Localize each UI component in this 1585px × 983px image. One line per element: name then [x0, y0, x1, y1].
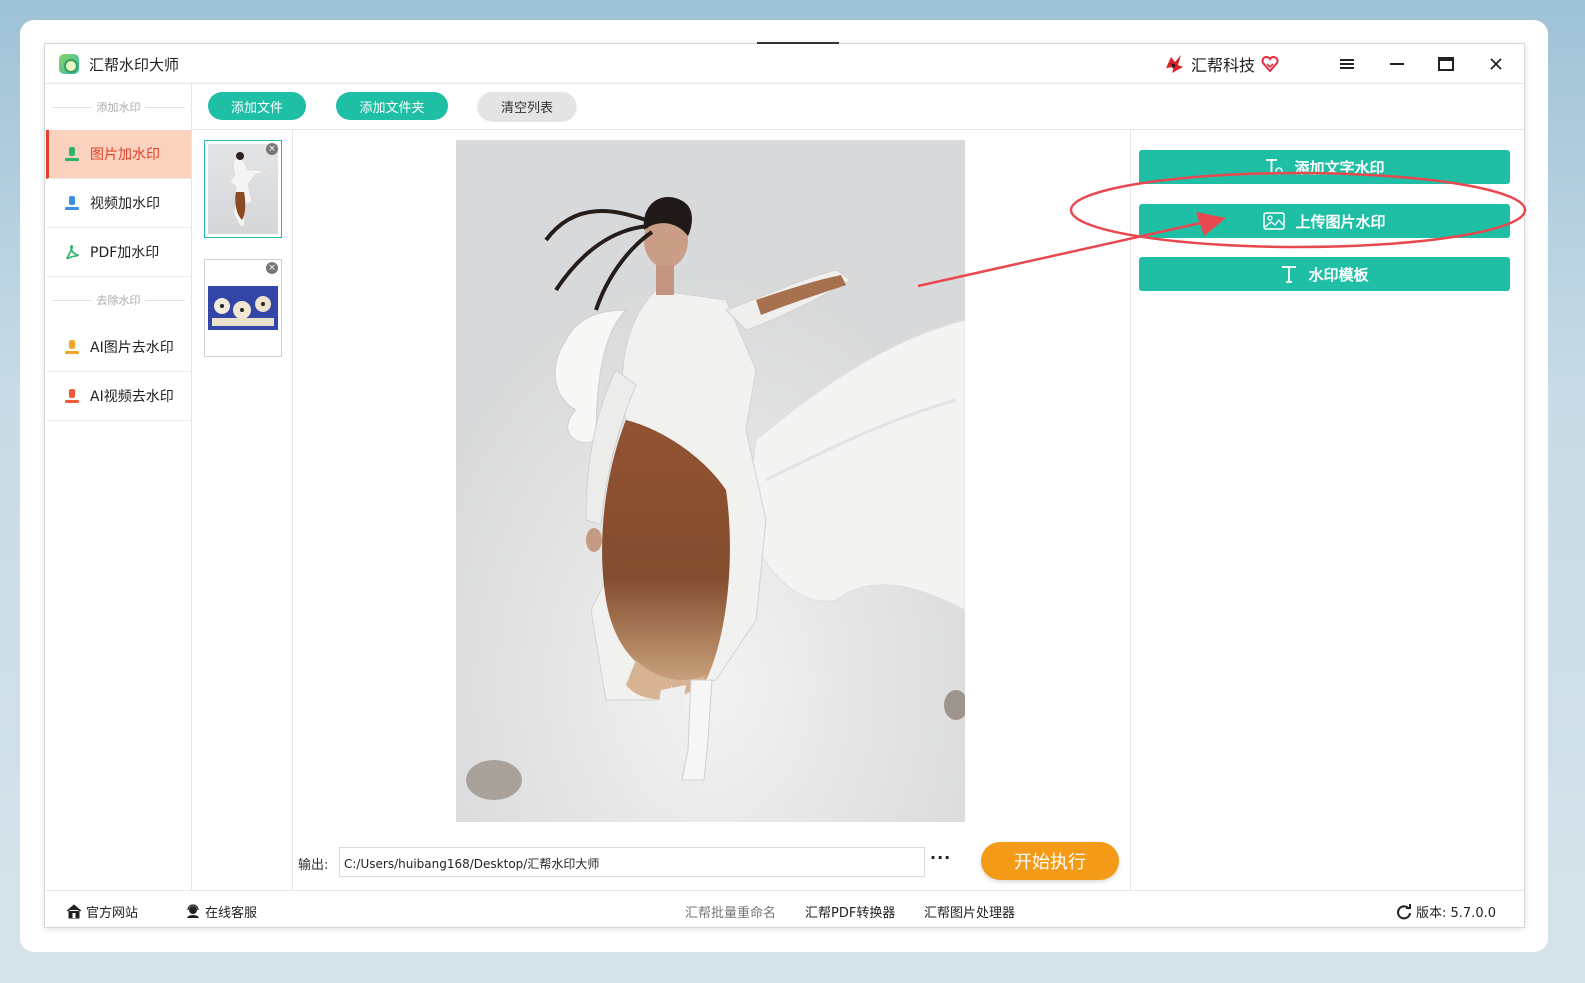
add-folder-button[interactable]: 添加文件夹 [336, 92, 448, 120]
nav-item-video-watermark[interactable]: 视频加水印 [46, 179, 191, 228]
thumbnail-list: × × [193, 130, 293, 890]
image-processor-link[interactable]: 汇帮图片处理器 [924, 902, 1015, 921]
add-text-watermark-button[interactable]: 添加文字水印 [1139, 150, 1510, 184]
remove-thumbnail-button[interactable]: × [266, 262, 278, 274]
upload-image-watermark-button[interactable]: 上传图片水印 [1139, 204, 1510, 238]
start-button[interactable]: 开始执行 [981, 842, 1119, 880]
pdf-icon [66, 245, 79, 260]
watermark-template-label: 水印模板 [1308, 265, 1369, 284]
nav-item-pdf-watermark[interactable]: PDF加水印 [46, 228, 191, 277]
version-label: 版本: 5.7.0.0 [1416, 906, 1496, 921]
clear-list-button[interactable]: 清空列表 [478, 92, 576, 120]
upload-image-watermark-label: 上传图片水印 [1295, 212, 1386, 231]
heart-icon [1261, 56, 1279, 72]
fashion-photo-thumbnail [208, 144, 278, 234]
browse-more-button[interactable]: ··· [930, 848, 951, 867]
cartoon-thumbnail [208, 286, 278, 330]
version-info[interactable]: 版本: 5.7.0.0 [1396, 902, 1496, 921]
close-icon [1490, 58, 1502, 70]
pdf-converter-link[interactable]: 汇帮PDF转换器 [805, 902, 895, 921]
online-service-label: 在线客服 [205, 906, 258, 921]
text-icon [1282, 266, 1297, 283]
batch-rename-link[interactable]: 汇帮批量重命名 [685, 902, 776, 921]
refresh-icon [1397, 903, 1411, 919]
preview-image [456, 140, 965, 822]
official-site-link[interactable]: 官方网站 [66, 902, 138, 921]
nav-item-label: PDF加水印 [90, 245, 160, 261]
app-title: 汇帮水印大师 [89, 56, 180, 74]
nav-item-label: 视频加水印 [90, 196, 160, 212]
maximize-button[interactable] [1431, 50, 1461, 78]
status-bar: 官方网站 在线客服 汇帮批量重命名 汇帮PDF转换器 汇帮图片处理器 版本: 5… [46, 890, 1525, 928]
app-window: 汇帮水印大师 汇帮科技 添加水印 图片加水印 视频加水印 PDF加水印 去除水印… [44, 43, 1525, 928]
app-logo-icon [59, 54, 79, 74]
hamburger-icon [1340, 59, 1354, 69]
nav-item-ai-image-remove[interactable]: AI图片去水印 [46, 323, 191, 372]
nav-item-ai-video-remove[interactable]: AI视频去水印 [46, 372, 191, 421]
ai-video-icon [64, 388, 80, 404]
thumbnail-item[interactable]: × [204, 259, 282, 357]
brand-logo-icon [1166, 55, 1183, 73]
watermark-template-button[interactable]: 水印模板 [1139, 257, 1510, 291]
ai-image-icon [64, 339, 80, 355]
remove-thumbnail-button[interactable]: × [266, 143, 278, 155]
output-path-field[interactable]: C:/Users/huibang168/Desktop/汇帮水印大师 [339, 847, 925, 877]
headset-icon [187, 904, 199, 918]
left-nav: 添加水印 图片加水印 视频加水印 PDF加水印 去除水印 AI图片去水印 AI视… [46, 84, 192, 890]
maximize-icon [1438, 57, 1454, 71]
image-icon [1263, 212, 1286, 230]
add-text-watermark-label: 添加文字水印 [1294, 158, 1385, 177]
minimize-button[interactable] [1382, 50, 1412, 78]
video-upload-icon [64, 195, 80, 211]
output-label: 输出: [298, 858, 329, 873]
title-bar: 汇帮水印大师 汇帮科技 [45, 44, 1524, 84]
brand-name: 汇帮科技 [1191, 56, 1256, 75]
nav-item-label: AI图片去水印 [90, 340, 174, 356]
preview-area: 输出: C:/Users/huibang168/Desktop/汇帮水印大师 ·… [294, 130, 1130, 890]
close-button[interactable] [1481, 50, 1511, 78]
window-handle [757, 42, 839, 44]
minimize-icon [1390, 63, 1404, 65]
nav-item-label: AI视频去水印 [90, 389, 174, 405]
nav-item-label: 图片加水印 [90, 147, 160, 163]
nav-item-image-watermark[interactable]: 图片加水印 [46, 130, 191, 179]
menu-button[interactable] [1332, 50, 1362, 78]
brand[interactable]: 汇帮科技 [1163, 52, 1279, 76]
toolbar: 添加文件 添加文件夹 清空列表 [193, 84, 1524, 130]
online-service-link[interactable]: 在线客服 [185, 902, 257, 921]
section-add-watermark: 添加水印 [46, 84, 191, 130]
right-panel: 添加文字水印 上传图片水印 水印模板 [1130, 130, 1524, 890]
text-add-icon [1266, 159, 1284, 175]
output-row: 输出: C:/Users/huibang168/Desktop/汇帮水印大师 ·… [294, 842, 1130, 882]
add-file-button[interactable]: 添加文件 [208, 92, 306, 120]
official-site-label: 官方网站 [86, 906, 139, 921]
home-icon [66, 904, 82, 919]
image-upload-icon [64, 146, 80, 162]
section-remove-watermark: 去除水印 [46, 277, 191, 323]
thumbnail-item[interactable]: × [204, 140, 282, 238]
